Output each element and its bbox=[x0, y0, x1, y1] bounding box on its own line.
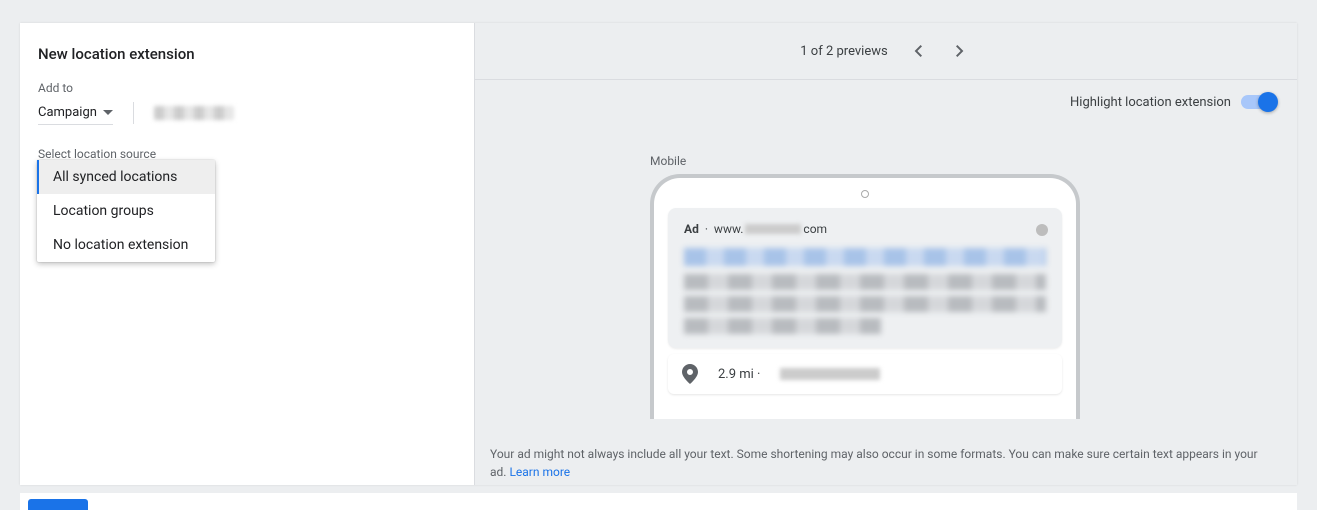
divider bbox=[133, 102, 134, 124]
disclaimer-text: Your ad might not always include all you… bbox=[490, 445, 1277, 481]
level-select-label: Campaign bbox=[38, 105, 97, 120]
campaign-name-redacted bbox=[154, 106, 234, 120]
chevron-right-icon bbox=[956, 45, 964, 57]
device-label: Mobile bbox=[650, 154, 686, 168]
prev-preview-button[interactable] bbox=[906, 39, 930, 63]
ad-headline-redacted bbox=[684, 248, 1046, 266]
learn-more-link[interactable]: Learn more bbox=[509, 465, 570, 479]
extension-editor: New location extension Add to Campaign S… bbox=[20, 23, 1297, 485]
level-select[interactable]: Campaign bbox=[38, 101, 113, 125]
primary-action-button-partial[interactable] bbox=[28, 499, 88, 510]
dropdown-option-no-extension[interactable]: No location extension bbox=[37, 228, 215, 262]
location-source-dropdown[interactable]: All synced locations Location groups No … bbox=[37, 160, 215, 262]
preview-panel: 1 of 2 previews Highlight location exten… bbox=[475, 23, 1297, 485]
highlight-label: Highlight location extension bbox=[1070, 95, 1231, 110]
ad-attribution-row: Ad · www. com bbox=[668, 208, 1062, 246]
source-label: Select location source bbox=[38, 147, 454, 161]
preview-counter-group: 1 of 2 previews bbox=[800, 39, 971, 63]
info-icon bbox=[1036, 224, 1048, 236]
config-panel: New location extension Add to Campaign S… bbox=[20, 23, 475, 485]
ad-domain-redacted bbox=[745, 224, 801, 234]
addto-row: Campaign bbox=[38, 101, 454, 125]
ad-url-prefix: www. bbox=[714, 222, 744, 236]
location-extension-row: 2.9 mi · bbox=[668, 354, 1062, 394]
location-distance: 2.9 mi · bbox=[718, 367, 760, 382]
ad-preview-card: Ad · www. com bbox=[668, 208, 1062, 348]
preview-header: 1 of 2 previews bbox=[475, 23, 1297, 80]
footer-bar bbox=[20, 493, 1297, 510]
preview-area: Mobile Ad · www. com bbox=[475, 124, 1297, 485]
ad-url-suffix: com bbox=[803, 222, 827, 236]
phone-mockup: Ad · www. com 2.9 mi · bbox=[650, 174, 1080, 419]
ad-desc-line3-redacted bbox=[684, 318, 881, 334]
dropdown-option-all-synced[interactable]: All synced locations bbox=[37, 160, 215, 194]
next-preview-button[interactable] bbox=[948, 39, 972, 63]
pin-icon bbox=[682, 364, 698, 384]
preview-counter: 1 of 2 previews bbox=[800, 44, 887, 59]
ad-badge: Ad bbox=[684, 222, 699, 236]
addto-label: Add to bbox=[38, 81, 454, 95]
toggle-knob bbox=[1258, 92, 1278, 112]
caret-down-icon bbox=[103, 110, 113, 115]
phone-camera-icon bbox=[861, 190, 869, 198]
dropdown-option-location-groups[interactable]: Location groups bbox=[37, 194, 215, 228]
ad-dot: · bbox=[705, 222, 714, 236]
chevron-left-icon bbox=[914, 45, 922, 57]
ad-desc-line2-redacted bbox=[684, 296, 1046, 312]
panel-title: New location extension bbox=[38, 45, 454, 63]
highlight-toggle[interactable] bbox=[1241, 95, 1275, 109]
ad-desc-line1-redacted bbox=[684, 274, 1046, 290]
highlight-toggle-row: Highlight location extension bbox=[475, 80, 1297, 124]
location-text-redacted bbox=[780, 368, 880, 380]
